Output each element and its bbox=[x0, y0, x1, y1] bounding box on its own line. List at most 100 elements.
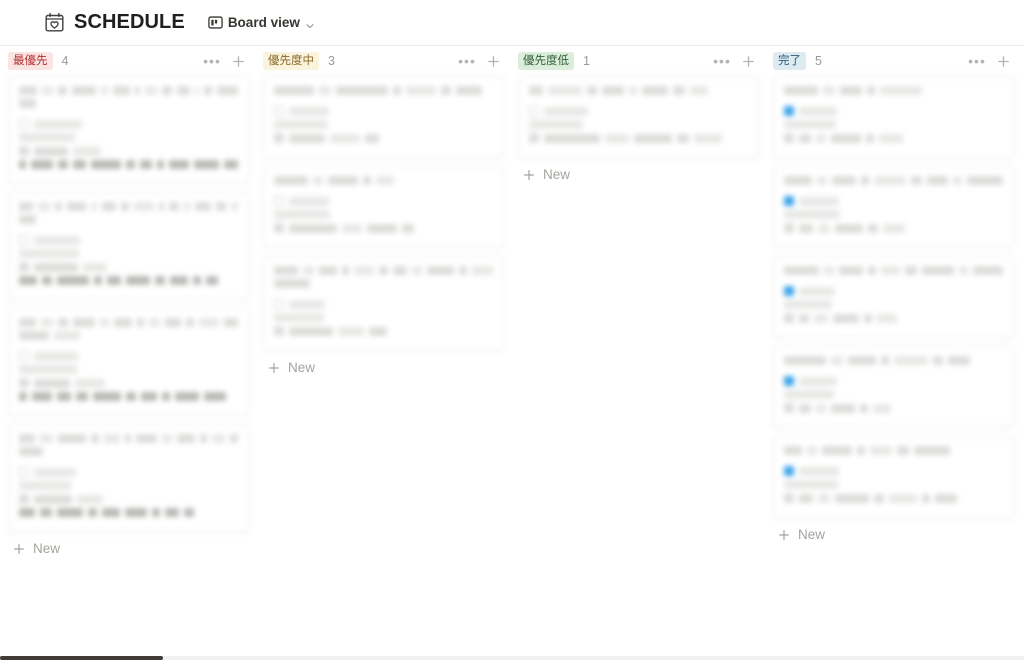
card-checkbox[interactable] bbox=[274, 106, 284, 116]
board-card[interactable] bbox=[773, 166, 1014, 248]
redacted-text bbox=[204, 86, 212, 95]
card-text-line bbox=[784, 210, 1003, 219]
column-status-badge[interactable]: 優先度低 bbox=[518, 51, 574, 71]
add-new-card-button[interactable]: New bbox=[263, 351, 504, 381]
card-text-line bbox=[784, 266, 1003, 275]
scrollbar-thumb[interactable] bbox=[0, 656, 163, 660]
redacted-text bbox=[544, 133, 600, 143]
column-status-badge[interactable]: 最優先 bbox=[8, 51, 53, 71]
redacted-text bbox=[873, 176, 906, 185]
column-more-options-icon[interactable]: ••• bbox=[968, 52, 986, 70]
board-card[interactable] bbox=[263, 256, 504, 351]
redacted-text bbox=[367, 223, 397, 233]
board-card[interactable] bbox=[8, 192, 249, 300]
add-new-card-button[interactable]: New bbox=[8, 532, 249, 562]
card-text-line bbox=[19, 351, 238, 361]
card-checkbox[interactable] bbox=[274, 299, 284, 309]
card-checkbox[interactable] bbox=[274, 196, 284, 206]
column-more-options-icon[interactable]: ••• bbox=[458, 52, 476, 70]
redacted-text bbox=[833, 313, 859, 323]
redacted-text bbox=[799, 493, 813, 503]
redacted-text bbox=[193, 160, 220, 169]
redacted-text bbox=[369, 326, 387, 336]
card-text-line bbox=[274, 176, 493, 185]
redacted-text bbox=[342, 266, 349, 275]
card-checkbox[interactable] bbox=[19, 351, 29, 361]
column-status-badge[interactable]: 優先度中 bbox=[263, 51, 319, 71]
redacted-text bbox=[817, 176, 827, 185]
card-text-line bbox=[784, 446, 1003, 455]
card-checkbox[interactable] bbox=[784, 106, 794, 116]
column-add-card-icon[interactable] bbox=[484, 52, 502, 70]
redacted-text bbox=[905, 266, 918, 275]
board-view-selector[interactable]: Board view bbox=[204, 13, 319, 32]
card-property-icon bbox=[19, 262, 29, 272]
redacted-text bbox=[224, 160, 239, 169]
redacted-text bbox=[456, 86, 482, 95]
board-card[interactable] bbox=[8, 308, 249, 416]
card-text-line bbox=[784, 313, 1003, 323]
card-text-line bbox=[19, 331, 238, 340]
board-card[interactable] bbox=[773, 436, 1014, 518]
redacted-text bbox=[168, 160, 189, 169]
redacted-text bbox=[176, 86, 190, 95]
redacted-text bbox=[168, 202, 179, 211]
card-spacer bbox=[784, 369, 1003, 376]
board-card[interactable] bbox=[8, 424, 249, 532]
board-card[interactable] bbox=[263, 76, 504, 158]
redacted-text bbox=[824, 266, 835, 275]
redacted-text bbox=[19, 434, 36, 443]
redacted-text bbox=[379, 266, 388, 275]
redacted-text bbox=[19, 508, 35, 517]
column-more-options-icon[interactable]: ••• bbox=[203, 52, 221, 70]
redacted-text bbox=[145, 86, 157, 95]
card-text-line bbox=[19, 160, 239, 169]
redacted-text bbox=[57, 318, 69, 327]
redacted-text bbox=[873, 403, 891, 413]
column-more-options-icon[interactable]: ••• bbox=[713, 52, 731, 70]
redacted-text bbox=[870, 446, 892, 455]
card-text-line bbox=[19, 119, 238, 129]
card-checkbox[interactable] bbox=[19, 119, 29, 129]
redacted-text bbox=[289, 106, 329, 116]
redacted-text bbox=[880, 86, 922, 95]
board-card[interactable] bbox=[773, 346, 1014, 428]
card-text-line bbox=[19, 481, 238, 490]
card-checkbox[interactable] bbox=[784, 286, 794, 296]
board-card[interactable] bbox=[773, 256, 1014, 338]
card-checkbox[interactable] bbox=[19, 235, 29, 245]
board-card[interactable] bbox=[518, 76, 759, 158]
redacted-text bbox=[363, 176, 371, 185]
redacted-text bbox=[19, 447, 43, 456]
column-card-count: 5 bbox=[815, 54, 822, 68]
column-status-badge[interactable]: 完了 bbox=[773, 51, 806, 71]
redacted-text bbox=[274, 313, 324, 322]
redacted-text bbox=[822, 446, 852, 455]
column-card-list bbox=[8, 76, 249, 532]
redacted-text bbox=[156, 160, 164, 169]
column-add-card-icon[interactable] bbox=[229, 52, 247, 70]
column-add-card-icon[interactable] bbox=[739, 52, 757, 70]
board-card[interactable] bbox=[263, 166, 504, 248]
board-card[interactable] bbox=[8, 76, 249, 184]
card-checkbox[interactable] bbox=[784, 466, 794, 476]
redacted-text bbox=[40, 508, 52, 517]
card-checkbox[interactable] bbox=[784, 376, 794, 386]
redacted-text bbox=[426, 266, 455, 275]
add-new-card-button[interactable]: New bbox=[518, 158, 759, 188]
card-checkbox[interactable] bbox=[784, 196, 794, 206]
redacted-text bbox=[274, 279, 310, 288]
column-add-card-icon[interactable] bbox=[994, 52, 1012, 70]
card-text-line bbox=[19, 249, 238, 258]
horizontal-scrollbar[interactable] bbox=[0, 652, 1024, 663]
card-checkbox[interactable] bbox=[529, 106, 539, 116]
redacted-text bbox=[880, 266, 901, 275]
redacted-text bbox=[170, 276, 188, 285]
redacted-text bbox=[677, 133, 689, 143]
card-checkbox[interactable] bbox=[19, 467, 29, 477]
redacted-text bbox=[784, 356, 826, 365]
board-card[interactable] bbox=[773, 76, 1014, 158]
redacted-text bbox=[34, 146, 68, 156]
add-new-card-button[interactable]: New bbox=[773, 518, 1014, 548]
card-text-line bbox=[784, 223, 1003, 233]
